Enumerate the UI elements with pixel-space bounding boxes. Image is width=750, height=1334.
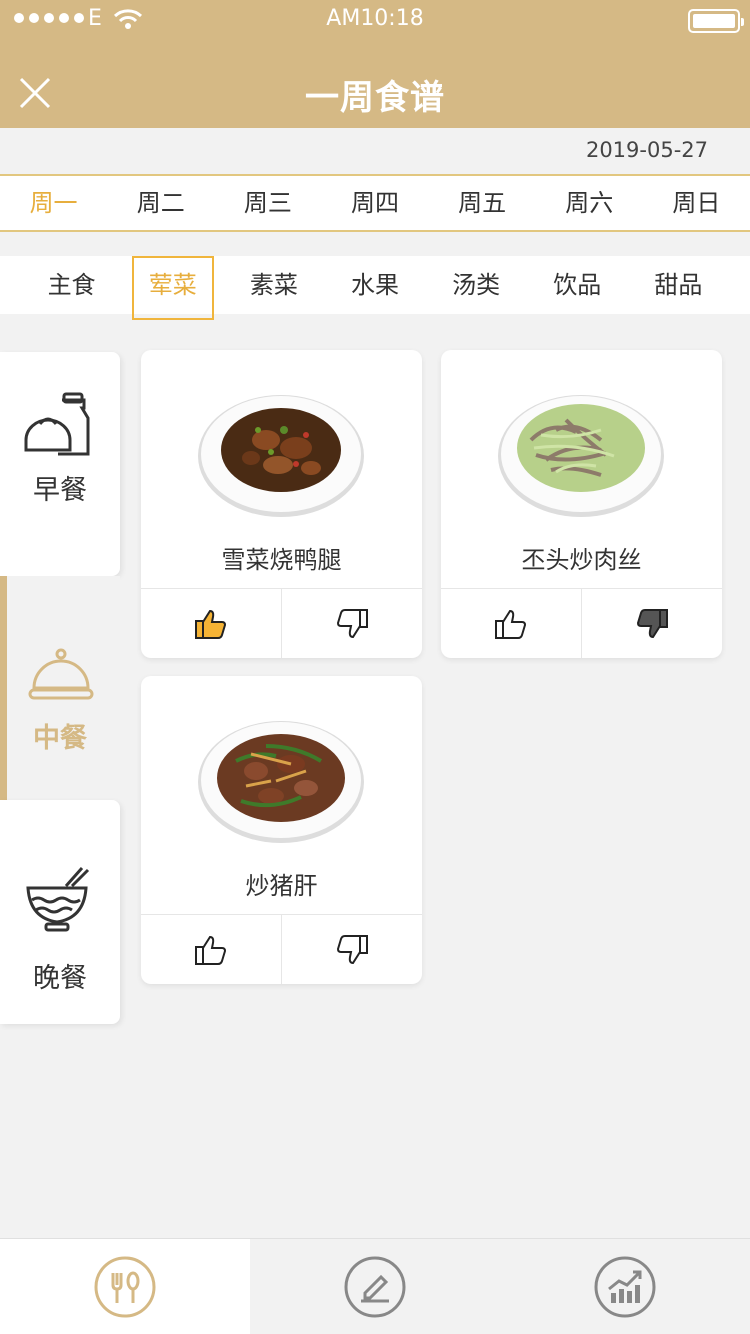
meal-dinner[interactable]: 晚餐 [0, 800, 120, 1024]
tab-drink[interactable]: 饮品 [527, 256, 628, 314]
bun-milk-icon [24, 392, 90, 456]
edit-icon [344, 1256, 406, 1318]
tab-wednesday[interactable]: 周三 [214, 176, 321, 230]
page-title: 一周食谱 [305, 78, 445, 118]
tab-meat[interactable]: 荤菜 [122, 256, 223, 320]
active-indicator [0, 576, 7, 800]
tab-saturday[interactable]: 周六 [536, 176, 643, 230]
dish-name: 雪菜烧鸭腿 [221, 546, 342, 574]
category-tabs: 主食 荤菜 素菜 水果 汤类 饮品 甜品 [0, 256, 750, 320]
tab-thursday[interactable]: 周四 [321, 176, 428, 230]
like-button[interactable] [441, 589, 581, 658]
thumbs-up-icon [195, 609, 227, 639]
tab-edit[interactable] [250, 1239, 500, 1334]
cloche-icon [28, 648, 94, 700]
dish-card[interactable]: 雪菜烧鸭腿 [141, 350, 422, 658]
thumbs-down-icon [336, 934, 368, 964]
meal-breakfast-label: 早餐 [33, 475, 87, 506]
thumbs-up-icon [195, 935, 227, 965]
meal-breakfast[interactable]: 早餐 [0, 352, 120, 576]
like-button[interactable] [141, 915, 281, 984]
tab-fruit[interactable]: 水果 [324, 256, 425, 314]
dish-name: 炒猪肝 [245, 872, 318, 900]
navigation-bar: E AM10:18 一周食谱 [0, 0, 750, 128]
chart-icon [594, 1256, 656, 1318]
tab-monday[interactable]: 周一 [0, 176, 107, 230]
dish-card[interactable]: 丕头炒肉丝 [441, 350, 722, 658]
bottom-tab-bar [0, 1238, 750, 1334]
tab-sunday[interactable]: 周日 [643, 176, 750, 230]
dislike-button[interactable] [281, 589, 422, 658]
tab-dessert[interactable]: 甜品 [628, 256, 729, 314]
thumbs-down-icon [336, 608, 368, 638]
tab-vegetable[interactable]: 素菜 [223, 256, 324, 314]
fork-spoon-icon [94, 1256, 156, 1318]
status-bar: E AM10:18 [0, 6, 750, 36]
battery-icon [688, 9, 744, 33]
tab-soup[interactable]: 汤类 [426, 256, 527, 314]
weekday-tabs: 周一 周二 周三 周四 周五 周六 周日 [0, 174, 750, 232]
meal-lunch-label: 中餐 [33, 723, 87, 754]
tab-menu[interactable] [0, 1239, 250, 1334]
dislike-button[interactable] [581, 589, 722, 658]
meal-dinner-label: 晚餐 [33, 963, 87, 994]
thumbs-down-icon [636, 608, 668, 638]
dish-card[interactable]: 炒猪肝 [141, 676, 422, 984]
thumbs-up-icon [495, 609, 527, 639]
like-button[interactable] [141, 589, 281, 658]
dish-photo [198, 721, 364, 843]
tab-stats[interactable] [500, 1239, 750, 1334]
tab-tuesday[interactable]: 周二 [107, 176, 214, 230]
status-time: AM10:18 [326, 6, 424, 31]
noodle-bowl-icon [26, 867, 90, 932]
dish-actions [141, 588, 422, 658]
dish-name: 丕头炒肉丝 [521, 546, 642, 574]
tab-staple[interactable]: 主食 [21, 256, 122, 314]
tab-friday[interactable]: 周五 [429, 176, 536, 230]
date-label: 2019-05-27 [585, 138, 708, 162]
dislike-button[interactable] [281, 915, 422, 984]
dish-photo [498, 395, 664, 517]
dish-actions [141, 914, 422, 984]
meal-lunch[interactable]: 中餐 [0, 576, 120, 800]
dish-photo [198, 395, 364, 517]
dish-actions [441, 588, 722, 658]
